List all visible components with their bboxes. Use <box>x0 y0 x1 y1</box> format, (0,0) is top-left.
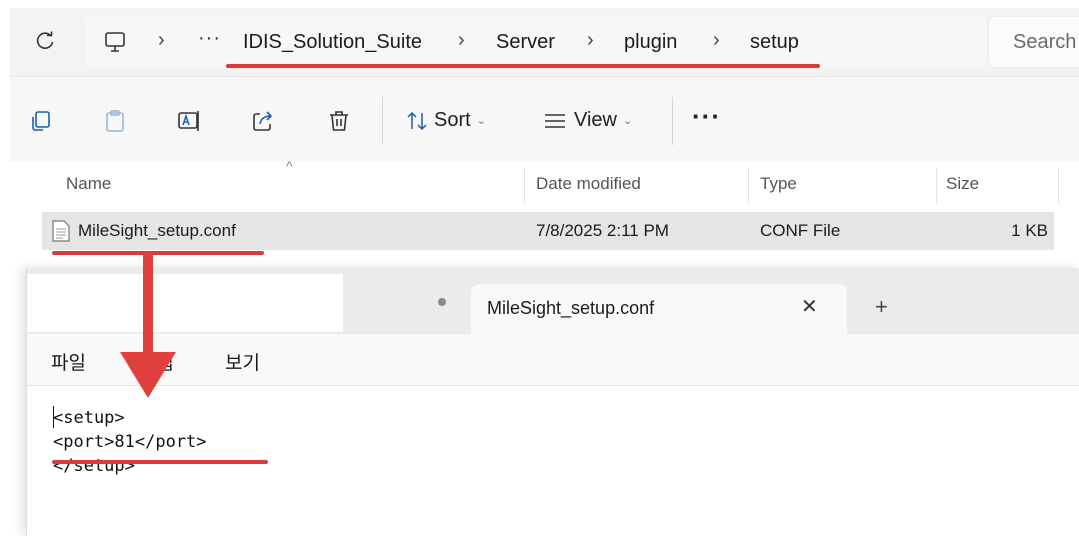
view-label: View <box>574 109 617 131</box>
editor-line-1: <setup> <box>53 408 125 428</box>
copy-icon[interactable] <box>28 108 54 134</box>
column-divider[interactable] <box>936 168 937 204</box>
sort-icon <box>407 111 427 130</box>
menu-file[interactable]: 파일 <box>51 348 86 375</box>
notepad-menu-bar: 파일 편집 보기 <box>27 334 1079 386</box>
notepad-window: MileSight_setup.conf ✕ + 파일 편집 보기 <setup… <box>26 268 1079 536</box>
breadcrumb-item-setup[interactable]: setup <box>750 30 799 54</box>
tab-milesight-setup-conf[interactable]: MileSight_setup.conf ✕ <box>471 284 847 334</box>
column-divider[interactable] <box>1058 168 1059 204</box>
column-header-type[interactable]: Type <box>760 174 797 194</box>
path-highlight-underline <box>226 64 820 68</box>
annotation-arrow-shaft <box>143 252 153 360</box>
sort-label: Sort <box>434 109 471 131</box>
column-header-size[interactable]: Size <box>946 174 979 194</box>
breadcrumb-item-server[interactable]: Server <box>496 30 555 54</box>
file-name: MileSight_setup.conf <box>78 221 236 240</box>
view-icon <box>545 113 565 128</box>
sort-button[interactable]: Sort ⌄ <box>406 106 486 134</box>
table-row[interactable]: MileSight_setup.conf 7/8/2025 2:11 PM CO… <box>42 212 1054 250</box>
title-bar-blank-area <box>27 274 343 332</box>
notepad-title-bar: MileSight_setup.conf ✕ + <box>27 268 1079 334</box>
file-highlight-underline <box>52 251 264 255</box>
new-tab-button[interactable]: + <box>875 294 888 320</box>
search-input[interactable]: Search <box>988 16 1079 68</box>
toolbar-divider <box>382 97 383 145</box>
more-options-button[interactable]: ··· <box>692 101 721 132</box>
column-divider[interactable] <box>748 168 749 204</box>
column-divider[interactable] <box>524 168 525 204</box>
share-icon[interactable] <box>250 108 276 134</box>
chevron-down-icon: ⌄ <box>476 114 486 127</box>
breadcrumb-separator: › <box>713 29 720 51</box>
monitor-icon[interactable] <box>103 30 127 54</box>
port-highlight-underline <box>52 460 268 464</box>
column-header-date-modified[interactable]: Date modified <box>536 174 641 194</box>
refresh-icon-svg <box>36 31 54 49</box>
refresh-icon[interactable] <box>34 30 56 52</box>
rename-icon[interactable] <box>176 108 202 134</box>
unsaved-dot-icon <box>438 298 446 306</box>
editor-line-3: </setup> <box>53 456 135 476</box>
file-size: 1 KB <box>1011 221 1048 240</box>
view-button[interactable]: View ⌄ <box>544 106 632 134</box>
breadcrumb-separator: › <box>458 29 465 51</box>
menu-view[interactable]: 보기 <box>225 348 260 375</box>
toolbar-divider <box>672 97 673 145</box>
column-header-name[interactable]: Name <box>66 174 111 194</box>
breadcrumb[interactable]: › ··· IDIS_Solution_Suite › Server › plu… <box>86 16 986 68</box>
chevron-down-icon: ⌄ <box>623 114 633 127</box>
search-placeholder: Search <box>1013 31 1077 53</box>
breadcrumb-item-plugin[interactable]: plugin <box>624 30 677 54</box>
editor-line-2: <port>81</port> <box>53 432 207 452</box>
breadcrumb-overflow-button[interactable]: ··· <box>198 26 221 50</box>
file-type: CONF File <box>760 221 841 240</box>
breadcrumb-separator: › <box>158 29 165 51</box>
file-date-modified: 7/8/2025 2:11 PM <box>536 221 669 240</box>
command-toolbar: Sort ⌄ View ⌄ ··· <box>10 76 1079 162</box>
text-file-icon <box>52 220 70 242</box>
delete-icon[interactable] <box>326 108 352 134</box>
breadcrumb-separator: › <box>587 29 594 51</box>
sort-ascending-icon: ^ <box>286 158 293 174</box>
paste-icon[interactable] <box>102 108 128 134</box>
annotation-arrow-down-icon <box>120 352 176 398</box>
breadcrumb-item-idis-solution-suite[interactable]: IDIS_Solution_Suite <box>243 30 422 54</box>
close-icon[interactable]: ✕ <box>801 294 818 319</box>
tab-title: MileSight_setup.conf <box>487 298 655 318</box>
